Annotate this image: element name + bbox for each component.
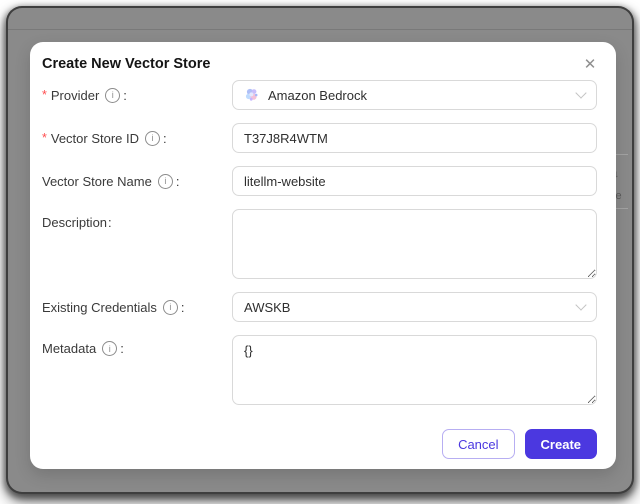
background-page-divider (8, 29, 632, 30)
provider-logo-icon (245, 88, 258, 101)
metadata-label-text: Metadata (42, 341, 97, 356)
info-icon[interactable]: i (157, 173, 173, 189)
modal-footer: Cancel Create (42, 429, 597, 459)
info-icon[interactable]: i (105, 87, 121, 103)
vector-store-name-label-text: Vector Store Name (42, 173, 152, 189)
create-vector-store-modal: ✕ Create New Vector Store * Provider i : (30, 42, 616, 469)
existing-credentials-select[interactable]: AWSKB (232, 292, 597, 322)
info-icon[interactable]: i (145, 130, 161, 146)
vector-store-id-row: * Vector Store ID i : (42, 123, 597, 153)
close-icon[interactable]: ✕ (580, 54, 600, 74)
description-label: Description : (42, 209, 232, 230)
provider-row: * Provider i : Amazon Bedrock (42, 80, 597, 110)
chevron-down-icon (575, 299, 587, 311)
vector-store-id-input[interactable] (232, 123, 597, 153)
existing-credentials-label-text: Existing Credentials (42, 299, 157, 315)
cancel-button[interactable]: Cancel (442, 429, 515, 459)
existing-credentials-label: Existing Credentials i : (42, 299, 232, 315)
modal-title: Create New Vector Store (42, 56, 211, 72)
provider-label: * Provider i : (42, 87, 232, 103)
description-textarea[interactable] (232, 209, 597, 279)
label-colon: : (175, 173, 180, 189)
existing-credentials-select-value: AWSKB (244, 299, 291, 315)
vector-store-id-label: * Vector Store ID i : (42, 130, 232, 146)
required-marker: * (42, 131, 47, 145)
dimmed-page-overlay[interactable]: ↑↓ se ✕ Create New Vector Store * Provid… (6, 6, 634, 494)
metadata-textarea[interactable]: {} (232, 335, 597, 405)
existing-credentials-row: Existing Credentials i : AWSKB (42, 292, 597, 322)
vector-store-id-label-text: Vector Store ID (50, 130, 140, 146)
vector-store-name-label: Vector Store Name i : (42, 173, 232, 189)
label-colon: : (108, 215, 112, 230)
chevron-down-icon (575, 87, 587, 99)
description-row: Description : (42, 209, 597, 279)
provider-label-text: Provider (50, 87, 100, 103)
provider-select-value: Amazon Bedrock (268, 87, 367, 103)
vector-store-name-input[interactable] (232, 166, 597, 196)
provider-select[interactable]: Amazon Bedrock (232, 80, 597, 110)
create-button[interactable]: Create (524, 429, 597, 459)
info-icon[interactable]: i (102, 341, 118, 356)
label-colon: : (180, 299, 185, 315)
info-icon[interactable]: i (162, 299, 178, 315)
vector-store-name-row: Vector Store Name i : (42, 166, 597, 196)
label-colon: : (120, 341, 124, 356)
label-colon: : (123, 87, 127, 103)
metadata-label: Metadata i : (42, 335, 232, 356)
required-marker: * (42, 88, 47, 102)
label-colon: : (163, 130, 167, 146)
description-label-text: Description (42, 215, 108, 230)
metadata-row: Metadata i : {} (42, 335, 597, 405)
